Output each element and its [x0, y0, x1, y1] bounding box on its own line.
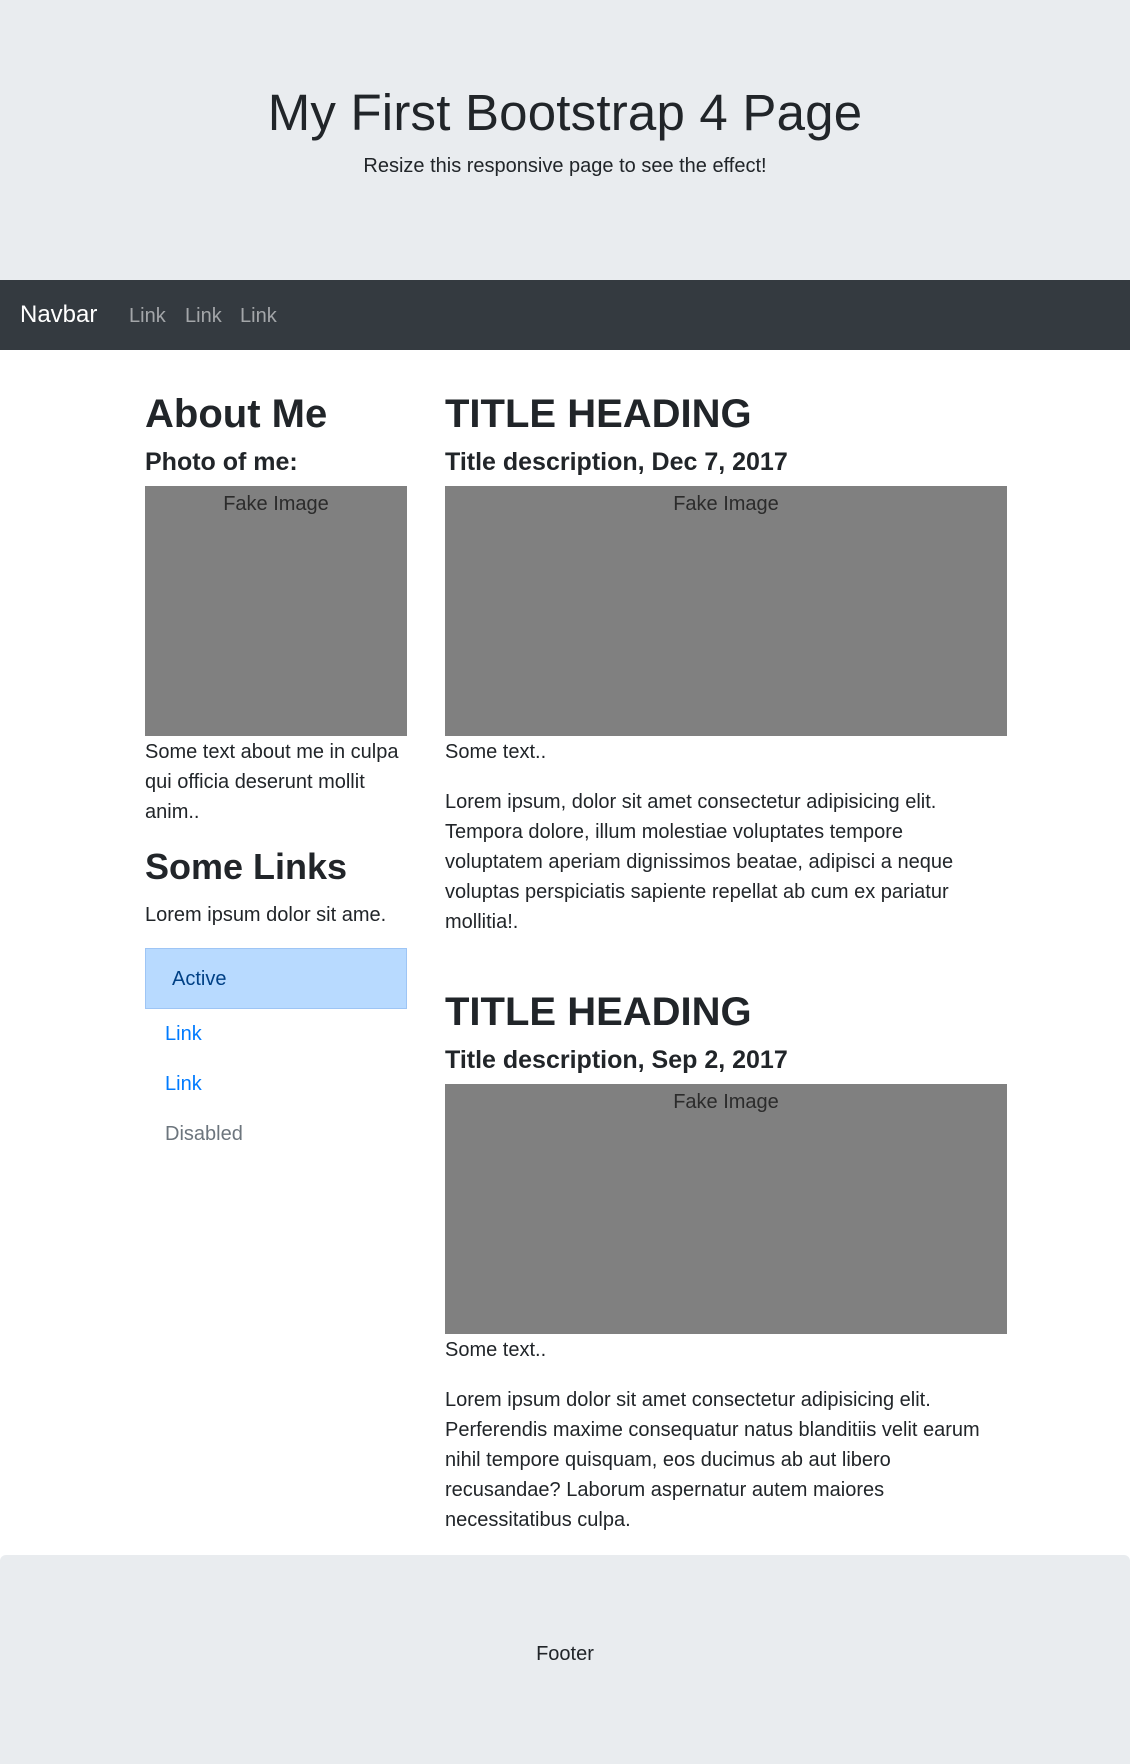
post-1-description: Title description, Dec 7, 2017 — [445, 448, 788, 476]
jumbotron-header: My First Bootstrap 4 Page Resize this re… — [0, 0, 1130, 280]
footer-text: Footer — [536, 1643, 594, 1665]
post-2-body: Lorem ipsum dolor sit amet consectetur a… — [445, 1389, 980, 1531]
image-placeholder-text: Fake Image — [673, 1091, 779, 1113]
sidebar-nav-active[interactable]: Active — [145, 948, 407, 1009]
navbar-link-3[interactable]: Link — [240, 304, 277, 328]
post-1-image-placeholder: Fake Image — [445, 486, 1007, 736]
sidebar-nav-link-2[interactable]: Link — [165, 1071, 202, 1097]
post-1-short-text: Some text.. — [445, 741, 547, 763]
some-links-heading: Some Links — [145, 846, 348, 887]
navbar-brand[interactable]: Navbar — [20, 299, 97, 331]
post-2-image-placeholder: Fake Image — [445, 1084, 1007, 1334]
image-placeholder-text: Fake Image — [223, 493, 329, 515]
profile-photo-placeholder: Fake Image — [145, 486, 407, 736]
navbar-link-2[interactable]: Link — [185, 304, 222, 328]
about-text: Some text about me in culpa qui officia … — [145, 741, 399, 823]
post-1-body: Lorem ipsum, dolor sit amet consectetur … — [445, 791, 954, 933]
post-1-heading: TITLE HEADING — [445, 392, 752, 436]
photo-label: Photo of me: — [145, 448, 298, 476]
post-2-description: Title description, Sep 2, 2017 — [445, 1046, 788, 1074]
post-2-heading: TITLE HEADING — [445, 990, 752, 1034]
navbar: Navbar Link Link Link — [0, 280, 1130, 350]
sidebar-nav-link-1[interactable]: Link — [165, 1021, 202, 1047]
about-me-heading: About Me — [145, 392, 328, 436]
sidebar-nav-active-label: Active — [172, 968, 227, 990]
navbar-link-1[interactable]: Link — [129, 304, 166, 328]
sidebar-nav-disabled: Disabled — [165, 1123, 243, 1145]
post-2-short-text: Some text.. — [445, 1339, 547, 1361]
page-title: My First Bootstrap 4 Page — [267, 84, 863, 141]
links-intro-text: Lorem ipsum dolor sit ame. — [145, 904, 387, 926]
page-subtitle: Resize this responsive page to see the e… — [363, 155, 767, 177]
image-placeholder-text: Fake Image — [673, 493, 779, 515]
page-footer: Footer — [0, 1555, 1130, 1764]
